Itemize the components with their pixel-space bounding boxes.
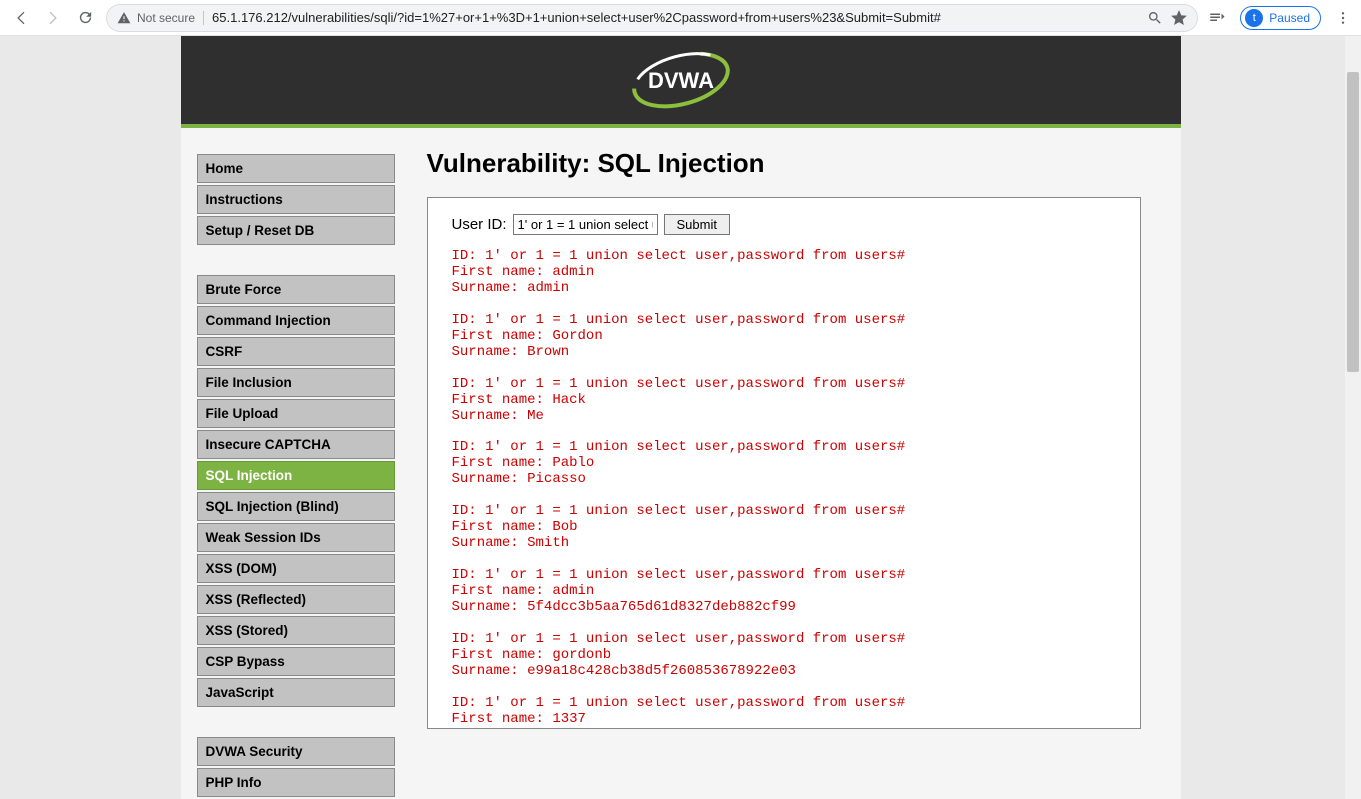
main-content: Vulnerability: SQL Injection User ID: Su… bbox=[411, 128, 1181, 799]
user-id-label: User ID: bbox=[452, 216, 507, 233]
user-id-form: User ID: Submit bbox=[452, 214, 1116, 235]
page-container: DVWA HomeInstructionsSetup / Reset DB Br… bbox=[181, 36, 1181, 799]
warning-icon bbox=[117, 11, 131, 25]
sidebar-item[interactable]: XSS (Stored) bbox=[197, 616, 395, 645]
svg-text:DVWA: DVWA bbox=[648, 68, 714, 93]
sidebar-item[interactable]: XSS (DOM) bbox=[197, 554, 395, 583]
profile-pill[interactable]: t Paused bbox=[1240, 6, 1321, 30]
url-text: 65.1.176.212/vulnerabilities/sqli/?id=1%… bbox=[212, 10, 1139, 25]
media-icon[interactable] bbox=[1208, 9, 1226, 27]
sidebar-item[interactable]: File Upload bbox=[197, 399, 395, 428]
sidebar-item[interactable]: SQL Injection bbox=[197, 461, 395, 490]
menu-group-3: DVWA SecurityPHP Info bbox=[197, 737, 395, 797]
sidebar-item[interactable]: Insecure CAPTCHA bbox=[197, 430, 395, 459]
sidebar-item[interactable]: Weak Session IDs bbox=[197, 523, 395, 552]
sidebar-item[interactable]: Brute Force bbox=[197, 275, 395, 304]
bookmark-icon[interactable] bbox=[1171, 10, 1187, 26]
forward-button[interactable] bbox=[42, 7, 64, 29]
sidebar: HomeInstructionsSetup / Reset DB Brute F… bbox=[181, 128, 411, 799]
security-label: Not secure bbox=[137, 11, 195, 25]
sidebar-item[interactable]: Setup / Reset DB bbox=[197, 216, 395, 245]
sidebar-item[interactable]: CSRF bbox=[197, 337, 395, 366]
sidebar-item[interactable]: Command Injection bbox=[197, 306, 395, 335]
sidebar-item[interactable]: PHP Info bbox=[197, 768, 395, 797]
vulnerability-panel: User ID: Submit ID: 1' or 1 = 1 union se… bbox=[427, 197, 1141, 729]
separator bbox=[203, 11, 204, 25]
scrollbar-thumb[interactable] bbox=[1347, 72, 1359, 372]
sidebar-item[interactable]: SQL Injection (Blind) bbox=[197, 492, 395, 521]
zoom-icon[interactable] bbox=[1147, 10, 1163, 26]
browser-toolbar: Not secure 65.1.176.212/vulnerabilities/… bbox=[0, 0, 1361, 36]
sidebar-item[interactable]: XSS (Reflected) bbox=[197, 585, 395, 614]
sidebar-item[interactable]: CSP Bypass bbox=[197, 647, 395, 676]
page-title: Vulnerability: SQL Injection bbox=[427, 148, 1141, 179]
menu-group-2: Brute ForceCommand InjectionCSRFFile Inc… bbox=[197, 275, 395, 707]
sidebar-item[interactable]: JavaScript bbox=[197, 678, 395, 707]
sidebar-item[interactable]: Instructions bbox=[197, 185, 395, 214]
back-button[interactable] bbox=[10, 7, 32, 29]
viewport: DVWA HomeInstructionsSetup / Reset DB Br… bbox=[0, 36, 1361, 799]
dvwa-logo: DVWA bbox=[621, 50, 741, 110]
site-header: DVWA bbox=[181, 36, 1181, 124]
avatar: t bbox=[1245, 9, 1263, 27]
paused-label: Paused bbox=[1269, 11, 1310, 25]
toolbar-right: t Paused bbox=[1208, 6, 1351, 30]
sidebar-item[interactable]: File Inclusion bbox=[197, 368, 395, 397]
reload-button[interactable] bbox=[74, 7, 96, 29]
security-indicator: Not secure bbox=[117, 11, 195, 25]
scrollbar-track[interactable] bbox=[1345, 36, 1361, 799]
sidebar-item[interactable]: DVWA Security bbox=[197, 737, 395, 766]
menu-group-1: HomeInstructionsSetup / Reset DB bbox=[197, 154, 395, 245]
menu-dots-icon[interactable] bbox=[1335, 10, 1351, 26]
sidebar-item[interactable]: Home bbox=[197, 154, 395, 183]
results-output: ID: 1' or 1 = 1 union select user,passwo… bbox=[452, 249, 1116, 728]
address-bar[interactable]: Not secure 65.1.176.212/vulnerabilities/… bbox=[106, 4, 1198, 32]
user-id-input[interactable] bbox=[513, 214, 658, 235]
submit-button[interactable]: Submit bbox=[664, 214, 730, 235]
